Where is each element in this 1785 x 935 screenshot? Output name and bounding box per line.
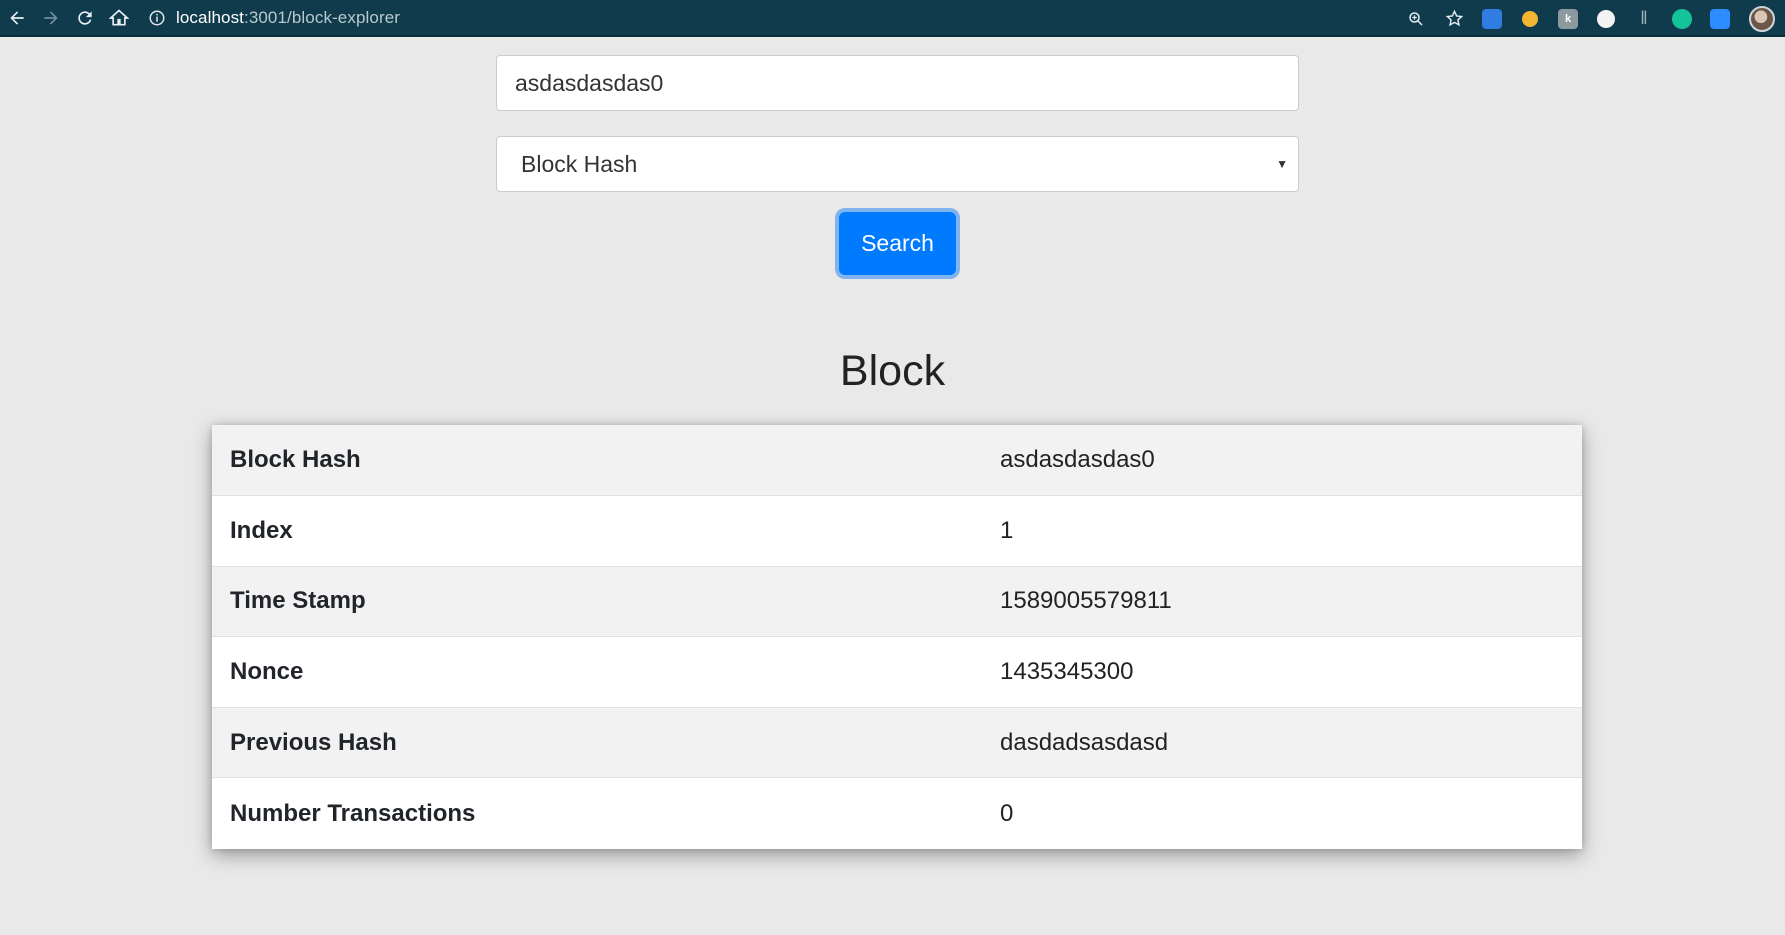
select-value: Block Hash (521, 150, 638, 177)
row-label: Previous Hash (212, 706, 1000, 778)
bookmark-star-icon[interactable] (1435, 0, 1473, 37)
table-row: Previous Hash dasdadsasdasd (212, 706, 1582, 778)
chevron-down-icon: ▼ (1276, 157, 1288, 171)
info-icon[interactable] (146, 7, 168, 29)
row-label: Number Transactions (212, 777, 1000, 849)
zoom-icon[interactable] (1397, 0, 1435, 37)
hand-extension-icon[interactable] (1511, 0, 1549, 37)
row-value: 1589005579811 (1000, 565, 1582, 637)
table-row: Block Hash asdasdasdas0 (212, 425, 1582, 496)
search-type-select[interactable]: Block Hash ▼ (496, 136, 1299, 192)
row-label: Index (212, 495, 1000, 567)
row-label: Nonce (212, 636, 1000, 708)
block-title: Block (839, 347, 946, 395)
url-text: localhost:3001/block-explorer (176, 8, 400, 28)
home-icon[interactable] (102, 1, 136, 35)
row-value: 1435345300 (1000, 636, 1582, 708)
circle-extension-icon[interactable] (1587, 0, 1625, 37)
calendar-extension-icon[interactable] (1473, 0, 1511, 37)
address-bar[interactable]: localhost:3001/block-explorer (146, 3, 400, 33)
back-icon[interactable] (0, 1, 34, 35)
zoom-meeting-icon[interactable] (1701, 0, 1739, 37)
browser-toolbar: localhost:3001/block-explorer k ǁ (0, 0, 1785, 37)
table-row: Time Stamp 1589005579811 (212, 565, 1582, 637)
reload-icon[interactable] (68, 1, 102, 35)
grammarly-icon[interactable] (1663, 0, 1701, 37)
row-value: 1 (1000, 495, 1582, 567)
table-row: Nonce 1435345300 (212, 636, 1582, 708)
row-label: Time Stamp (212, 565, 1000, 637)
avatar[interactable] (1739, 0, 1785, 37)
url-path: :3001/block-explorer (244, 7, 401, 27)
search-button[interactable]: Search (839, 212, 956, 275)
search-input[interactable] (496, 55, 1299, 111)
table-row: Number Transactions 0 (212, 777, 1582, 849)
row-label: Block Hash (230, 446, 361, 474)
bars-extension-icon[interactable]: ǁ (1625, 0, 1663, 37)
table-row: Index 1 (212, 495, 1582, 567)
row-value: asdasdasdas0 (1000, 446, 1155, 474)
row-value: 0 (1000, 777, 1582, 849)
row-value: dasdadsasdasd (1000, 706, 1582, 778)
url-host: localhost (176, 7, 244, 27)
forward-icon[interactable] (34, 1, 68, 35)
k-extension-icon[interactable]: k (1549, 0, 1587, 37)
block-details-table: Block Hash asdasdasdas0 Index 1 Time Sta… (212, 425, 1582, 849)
extensions-area: k ǁ (1397, 0, 1785, 37)
